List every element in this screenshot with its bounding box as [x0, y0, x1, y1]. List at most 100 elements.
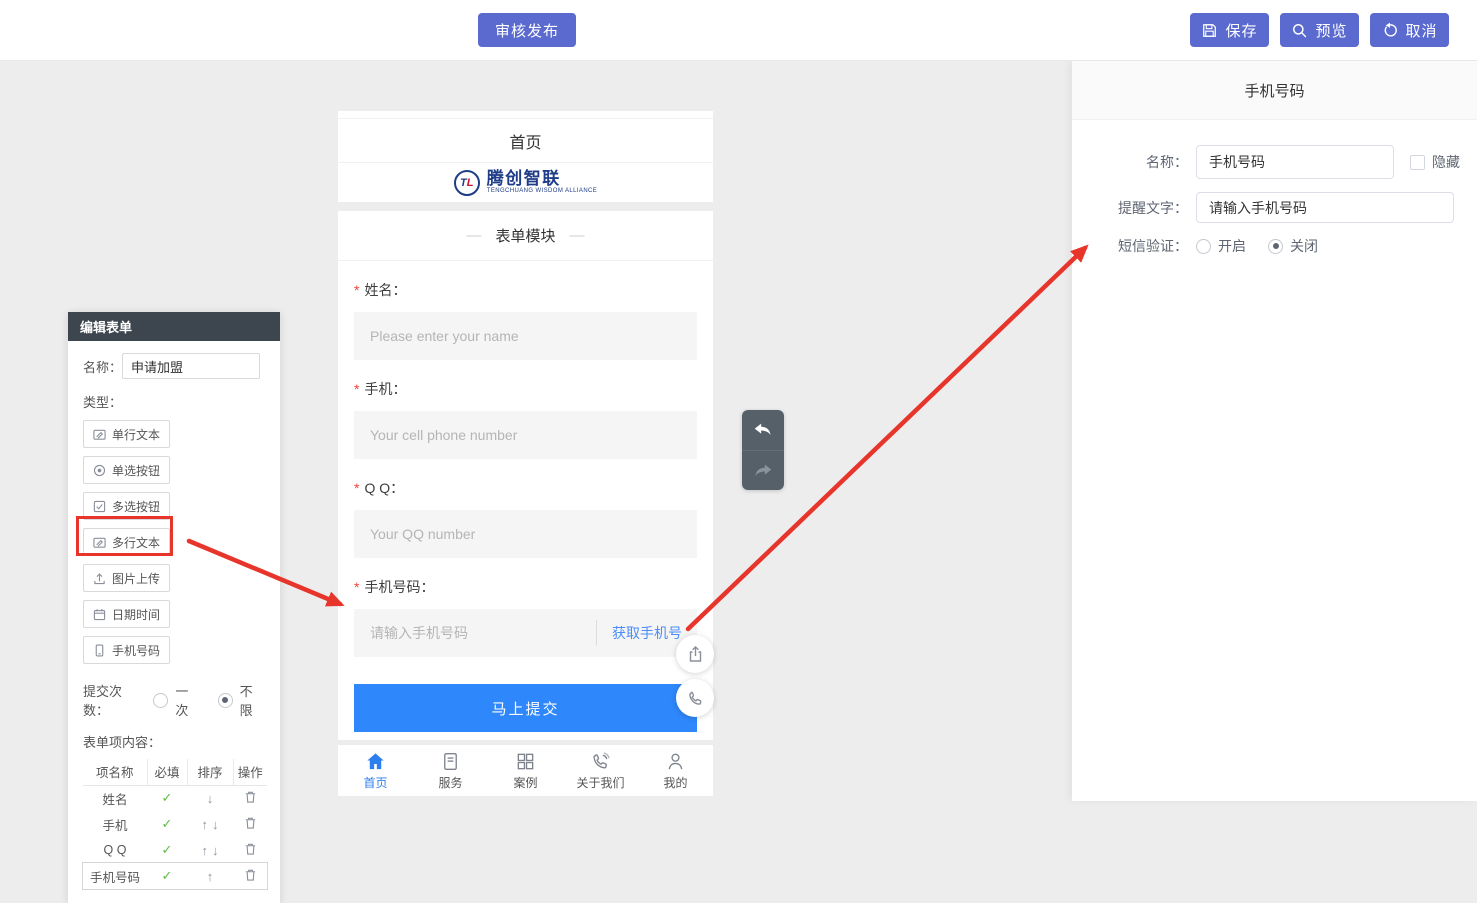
type-button-radio[interactable]: 单选按钮 [83, 456, 170, 484]
field-label-mobile: *手机： [354, 379, 697, 399]
sms-off-radio[interactable] [1268, 239, 1283, 254]
field-label-phone-number: *手机号码： [354, 577, 697, 597]
check-icon: ✓ [162, 842, 173, 857]
phone-bottom-nav: 首页 服务 案例 关于我们 我的 [338, 744, 713, 796]
field-label-name: *姓名： [354, 280, 697, 300]
hide-checkbox[interactable] [1410, 155, 1425, 170]
save-button[interactable]: 保存 [1190, 13, 1269, 47]
required-mark: * [354, 480, 359, 496]
history-controls [742, 410, 784, 490]
type-button-multi-line-text[interactable]: 多行文本 [83, 528, 170, 556]
publish-button[interactable]: 审核发布 [478, 13, 576, 47]
contact-phone-icon [590, 751, 611, 772]
preview-button[interactable]: 预览 [1280, 13, 1359, 47]
check-icon: ✓ [162, 790, 173, 805]
calendar-icon [93, 608, 106, 621]
cancel-button-label: 取消 [1405, 20, 1437, 41]
move-down-button[interactable]: ↓ [205, 791, 216, 806]
upload-icon [93, 572, 106, 585]
delete-button[interactable] [244, 819, 257, 833]
redo-button[interactable] [742, 450, 784, 490]
search-icon [1291, 22, 1308, 39]
delete-button[interactable] [244, 845, 257, 859]
undo-button[interactable] [742, 410, 784, 450]
delete-button[interactable] [244, 793, 257, 807]
type-button-datetime[interactable]: 日期时间 [83, 600, 170, 628]
move-up-button[interactable]: ↑ [200, 817, 211, 832]
settings-hint-input[interactable] [1196, 192, 1454, 223]
settings-name-label: 名称： [1104, 152, 1188, 172]
form-module: — 表单模块 — *姓名： *手机： *Q Q： *手机号码： [338, 211, 713, 740]
nav-item-services[interactable]: 服务 [413, 745, 488, 796]
nav-item-about[interactable]: 关于我们 [563, 745, 638, 796]
type-button-grid: 单行文本 单选按钮 多选按钮 多行文本 图片上传 [83, 420, 265, 664]
app-root: 审核发布 保存 预览 取消 编辑表单 [0, 0, 1477, 801]
nav-item-home[interactable]: 首页 [338, 745, 413, 796]
phone-number-input[interactable] [354, 609, 596, 657]
nav-item-mine[interactable]: 我的 [638, 745, 713, 796]
call-fab[interactable] [676, 679, 714, 717]
preview-button-label: 预览 [1315, 20, 1347, 41]
undo-circle-icon [1381, 22, 1398, 39]
col-required: 必填 [147, 759, 187, 785]
move-up-button[interactable]: ↑ [205, 869, 216, 884]
submit-unlimited-radio[interactable] [218, 693, 233, 708]
text-edit-icon [93, 536, 106, 549]
share-fab[interactable] [676, 635, 714, 673]
sms-off-label: 关闭 [1290, 236, 1318, 256]
settings-name-input[interactable] [1196, 145, 1394, 179]
settings-name-row: 名称： 隐藏 [1104, 145, 1477, 179]
submit-button[interactable]: 马上提交 [354, 684, 697, 732]
edit-form-panel: 编辑表单 名称： 类型： 单行文本 单选按钮 多选按钮 [68, 312, 280, 903]
radio-icon [93, 464, 106, 477]
move-down-button[interactable]: ↓ [210, 817, 221, 832]
table-row: 姓名 ✓ ↓ [83, 785, 267, 811]
field-label-qq: *Q Q： [354, 478, 697, 498]
type-button-single-line-text[interactable]: 单行文本 [83, 420, 170, 448]
text-edit-icon [93, 428, 106, 441]
topbar: 审核发布 保存 预览 取消 [0, 0, 1477, 61]
move-up-button[interactable]: ↑ [200, 843, 211, 858]
document-icon [440, 751, 461, 772]
type-button-image-upload[interactable]: 图片上传 [83, 564, 170, 592]
submit-times-label: 提交次数： [83, 681, 146, 719]
submit-once-radio[interactable] [153, 693, 168, 708]
col-action: 操作 [233, 759, 267, 785]
name-input[interactable] [354, 312, 697, 360]
settings-hint-label: 提醒文字： [1104, 198, 1188, 218]
type-button-phone-number[interactable]: 手机号码 [83, 636, 170, 664]
topbar-actions: 保存 预览 取消 [1190, 13, 1449, 47]
item-name: 姓名 [83, 785, 147, 811]
col-sort: 排序 [187, 759, 233, 785]
qq-input[interactable] [354, 510, 697, 558]
sms-on-label: 开启 [1218, 236, 1246, 256]
nav-item-cases[interactable]: 案例 [488, 745, 563, 796]
table-row: 手机 ✓ ↑↓ [83, 811, 267, 837]
delete-button[interactable] [244, 871, 257, 885]
person-icon [665, 751, 686, 772]
required-mark: * [354, 282, 359, 298]
phone-number-field: 获取手机号 [354, 609, 697, 657]
grid-icon [515, 751, 536, 772]
check-icon: ✓ [162, 816, 173, 831]
form-items-label: 表单项内容： [83, 732, 265, 751]
home-icon [365, 751, 386, 772]
mobile-input[interactable] [354, 411, 697, 459]
submit-unlimited-label: 不限 [240, 681, 265, 719]
save-icon [1201, 22, 1218, 39]
settings-panel-title: 手机号码 [1072, 61, 1477, 120]
form-name-input[interactable] [122, 353, 260, 379]
hide-checkbox-label: 隐藏 [1432, 152, 1460, 172]
required-mark: * [354, 579, 359, 595]
form-fields: *姓名： *手机： *Q Q： *手机号码： 获取手机号 [338, 280, 713, 732]
move-down-button[interactable]: ↓ [210, 843, 221, 858]
sms-on-radio[interactable] [1196, 239, 1211, 254]
edit-form-panel-title: 编辑表单 [68, 312, 280, 341]
cancel-button[interactable]: 取消 [1370, 13, 1449, 47]
phone-preview: 首页 TL 腾创智联 TENGCHUANG WISDOM ALLIANCE — … [338, 111, 713, 796]
form-name-row: 名称： [83, 353, 265, 379]
type-label: 类型： [83, 392, 265, 411]
type-button-checkbox[interactable]: 多选按钮 [83, 492, 170, 520]
table-header-row: 项名称 必填 排序 操作 [83, 759, 267, 785]
settings-sms-row: 短信验证： 开启 关闭 [1104, 236, 1477, 256]
